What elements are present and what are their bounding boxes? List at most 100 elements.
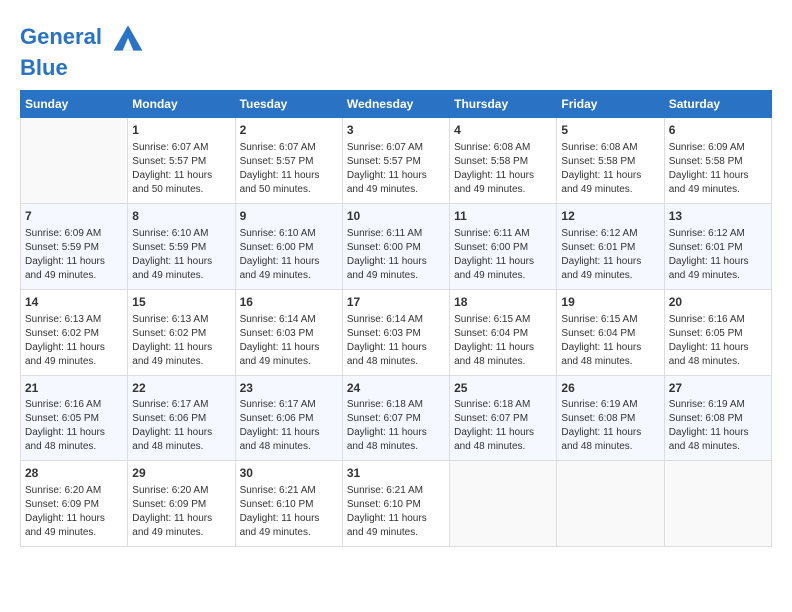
day-number: 23 <box>240 380 338 397</box>
calendar-cell <box>557 461 664 547</box>
day-number: 20 <box>669 294 767 311</box>
calendar-cell: 8 Sunrise: 6:10 AM Sunset: 5:59 PM Dayli… <box>128 203 235 289</box>
day-number: 11 <box>454 208 552 225</box>
day-number: 2 <box>240 122 338 139</box>
weekday-header-wednesday: Wednesday <box>342 91 449 118</box>
day-info: Sunrise: 6:07 AM Sunset: 5:57 PM Dayligh… <box>240 141 338 197</box>
day-info: Sunrise: 6:15 AM Sunset: 6:04 PM Dayligh… <box>561 313 659 369</box>
calendar-body: 1 Sunrise: 6:07 AM Sunset: 5:57 PM Dayli… <box>21 118 772 547</box>
day-number: 4 <box>454 122 552 139</box>
day-info: Sunrise: 6:20 AM Sunset: 6:09 PM Dayligh… <box>132 484 230 540</box>
day-info: Sunrise: 6:18 AM Sunset: 6:07 PM Dayligh… <box>454 398 552 454</box>
weekday-header-sunday: Sunday <box>21 91 128 118</box>
day-number: 14 <box>25 294 123 311</box>
calendar-cell <box>664 461 771 547</box>
calendar-cell: 12 Sunrise: 6:12 AM Sunset: 6:01 PM Dayl… <box>557 203 664 289</box>
calendar-week-1: 1 Sunrise: 6:07 AM Sunset: 5:57 PM Dayli… <box>21 118 772 204</box>
day-info: Sunrise: 6:07 AM Sunset: 5:57 PM Dayligh… <box>347 141 445 197</box>
day-info: Sunrise: 6:17 AM Sunset: 6:06 PM Dayligh… <box>132 398 230 454</box>
calendar-cell: 23 Sunrise: 6:17 AM Sunset: 6:06 PM Dayl… <box>235 375 342 461</box>
day-number: 6 <box>669 122 767 139</box>
day-number: 24 <box>347 380 445 397</box>
day-number: 12 <box>561 208 659 225</box>
calendar-header-row: SundayMondayTuesdayWednesdayThursdayFrid… <box>21 91 772 118</box>
day-number: 26 <box>561 380 659 397</box>
calendar-cell: 16 Sunrise: 6:14 AM Sunset: 6:03 PM Dayl… <box>235 289 342 375</box>
calendar-cell: 30 Sunrise: 6:21 AM Sunset: 6:10 PM Dayl… <box>235 461 342 547</box>
day-number: 10 <box>347 208 445 225</box>
logo: General Blue <box>20 20 146 80</box>
calendar-cell: 27 Sunrise: 6:19 AM Sunset: 6:08 PM Dayl… <box>664 375 771 461</box>
day-info: Sunrise: 6:21 AM Sunset: 6:10 PM Dayligh… <box>347 484 445 540</box>
day-info: Sunrise: 6:16 AM Sunset: 6:05 PM Dayligh… <box>25 398 123 454</box>
calendar-cell: 11 Sunrise: 6:11 AM Sunset: 6:00 PM Dayl… <box>450 203 557 289</box>
day-number: 1 <box>132 122 230 139</box>
day-number: 3 <box>347 122 445 139</box>
calendar-cell: 10 Sunrise: 6:11 AM Sunset: 6:00 PM Dayl… <box>342 203 449 289</box>
calendar-cell: 6 Sunrise: 6:09 AM Sunset: 5:58 PM Dayli… <box>664 118 771 204</box>
calendar-cell <box>450 461 557 547</box>
day-number: 21 <box>25 380 123 397</box>
day-info: Sunrise: 6:19 AM Sunset: 6:08 PM Dayligh… <box>561 398 659 454</box>
weekday-header-saturday: Saturday <box>664 91 771 118</box>
day-info: Sunrise: 6:21 AM Sunset: 6:10 PM Dayligh… <box>240 484 338 540</box>
calendar-cell: 31 Sunrise: 6:21 AM Sunset: 6:10 PM Dayl… <box>342 461 449 547</box>
day-info: Sunrise: 6:11 AM Sunset: 6:00 PM Dayligh… <box>454 227 552 283</box>
calendar-cell: 13 Sunrise: 6:12 AM Sunset: 6:01 PM Dayl… <box>664 203 771 289</box>
day-info: Sunrise: 6:11 AM Sunset: 6:00 PM Dayligh… <box>347 227 445 283</box>
day-number: 28 <box>25 465 123 482</box>
calendar-cell: 21 Sunrise: 6:16 AM Sunset: 6:05 PM Dayl… <box>21 375 128 461</box>
day-number: 25 <box>454 380 552 397</box>
day-info: Sunrise: 6:09 AM Sunset: 5:59 PM Dayligh… <box>25 227 123 283</box>
weekday-header-monday: Monday <box>128 91 235 118</box>
day-info: Sunrise: 6:10 AM Sunset: 6:00 PM Dayligh… <box>240 227 338 283</box>
day-info: Sunrise: 6:12 AM Sunset: 6:01 PM Dayligh… <box>669 227 767 283</box>
calendar-cell: 28 Sunrise: 6:20 AM Sunset: 6:09 PM Dayl… <box>21 461 128 547</box>
day-info: Sunrise: 6:08 AM Sunset: 5:58 PM Dayligh… <box>561 141 659 197</box>
day-number: 29 <box>132 465 230 482</box>
weekday-header-thursday: Thursday <box>450 91 557 118</box>
calendar-cell: 26 Sunrise: 6:19 AM Sunset: 6:08 PM Dayl… <box>557 375 664 461</box>
logo-icon <box>110 20 146 56</box>
day-number: 27 <box>669 380 767 397</box>
day-info: Sunrise: 6:14 AM Sunset: 6:03 PM Dayligh… <box>347 313 445 369</box>
logo-text: General Blue <box>20 20 146 80</box>
day-number: 22 <box>132 380 230 397</box>
calendar-cell: 9 Sunrise: 6:10 AM Sunset: 6:00 PM Dayli… <box>235 203 342 289</box>
day-number: 5 <box>561 122 659 139</box>
calendar-cell: 1 Sunrise: 6:07 AM Sunset: 5:57 PM Dayli… <box>128 118 235 204</box>
day-number: 17 <box>347 294 445 311</box>
calendar-cell: 7 Sunrise: 6:09 AM Sunset: 5:59 PM Dayli… <box>21 203 128 289</box>
day-info: Sunrise: 6:18 AM Sunset: 6:07 PM Dayligh… <box>347 398 445 454</box>
day-info: Sunrise: 6:16 AM Sunset: 6:05 PM Dayligh… <box>669 313 767 369</box>
day-number: 8 <box>132 208 230 225</box>
day-number: 18 <box>454 294 552 311</box>
day-number: 31 <box>347 465 445 482</box>
calendar-week-5: 28 Sunrise: 6:20 AM Sunset: 6:09 PM Dayl… <box>21 461 772 547</box>
weekday-header-tuesday: Tuesday <box>235 91 342 118</box>
calendar-cell <box>21 118 128 204</box>
day-info: Sunrise: 6:07 AM Sunset: 5:57 PM Dayligh… <box>132 141 230 197</box>
day-info: Sunrise: 6:12 AM Sunset: 6:01 PM Dayligh… <box>561 227 659 283</box>
day-number: 15 <box>132 294 230 311</box>
calendar-cell: 24 Sunrise: 6:18 AM Sunset: 6:07 PM Dayl… <box>342 375 449 461</box>
page-header: General Blue <box>20 20 772 80</box>
day-number: 19 <box>561 294 659 311</box>
weekday-header-friday: Friday <box>557 91 664 118</box>
calendar-week-3: 14 Sunrise: 6:13 AM Sunset: 6:02 PM Dayl… <box>21 289 772 375</box>
day-number: 16 <box>240 294 338 311</box>
calendar-cell: 29 Sunrise: 6:20 AM Sunset: 6:09 PM Dayl… <box>128 461 235 547</box>
calendar-cell: 5 Sunrise: 6:08 AM Sunset: 5:58 PM Dayli… <box>557 118 664 204</box>
calendar-cell: 20 Sunrise: 6:16 AM Sunset: 6:05 PM Dayl… <box>664 289 771 375</box>
calendar-cell: 25 Sunrise: 6:18 AM Sunset: 6:07 PM Dayl… <box>450 375 557 461</box>
calendar-table: SundayMondayTuesdayWednesdayThursdayFrid… <box>20 90 772 547</box>
day-info: Sunrise: 6:13 AM Sunset: 6:02 PM Dayligh… <box>132 313 230 369</box>
calendar-cell: 15 Sunrise: 6:13 AM Sunset: 6:02 PM Dayl… <box>128 289 235 375</box>
calendar-cell: 4 Sunrise: 6:08 AM Sunset: 5:58 PM Dayli… <box>450 118 557 204</box>
day-info: Sunrise: 6:17 AM Sunset: 6:06 PM Dayligh… <box>240 398 338 454</box>
day-info: Sunrise: 6:13 AM Sunset: 6:02 PM Dayligh… <box>25 313 123 369</box>
calendar-cell: 2 Sunrise: 6:07 AM Sunset: 5:57 PM Dayli… <box>235 118 342 204</box>
day-info: Sunrise: 6:15 AM Sunset: 6:04 PM Dayligh… <box>454 313 552 369</box>
calendar-cell: 18 Sunrise: 6:15 AM Sunset: 6:04 PM Dayl… <box>450 289 557 375</box>
calendar-cell: 22 Sunrise: 6:17 AM Sunset: 6:06 PM Dayl… <box>128 375 235 461</box>
